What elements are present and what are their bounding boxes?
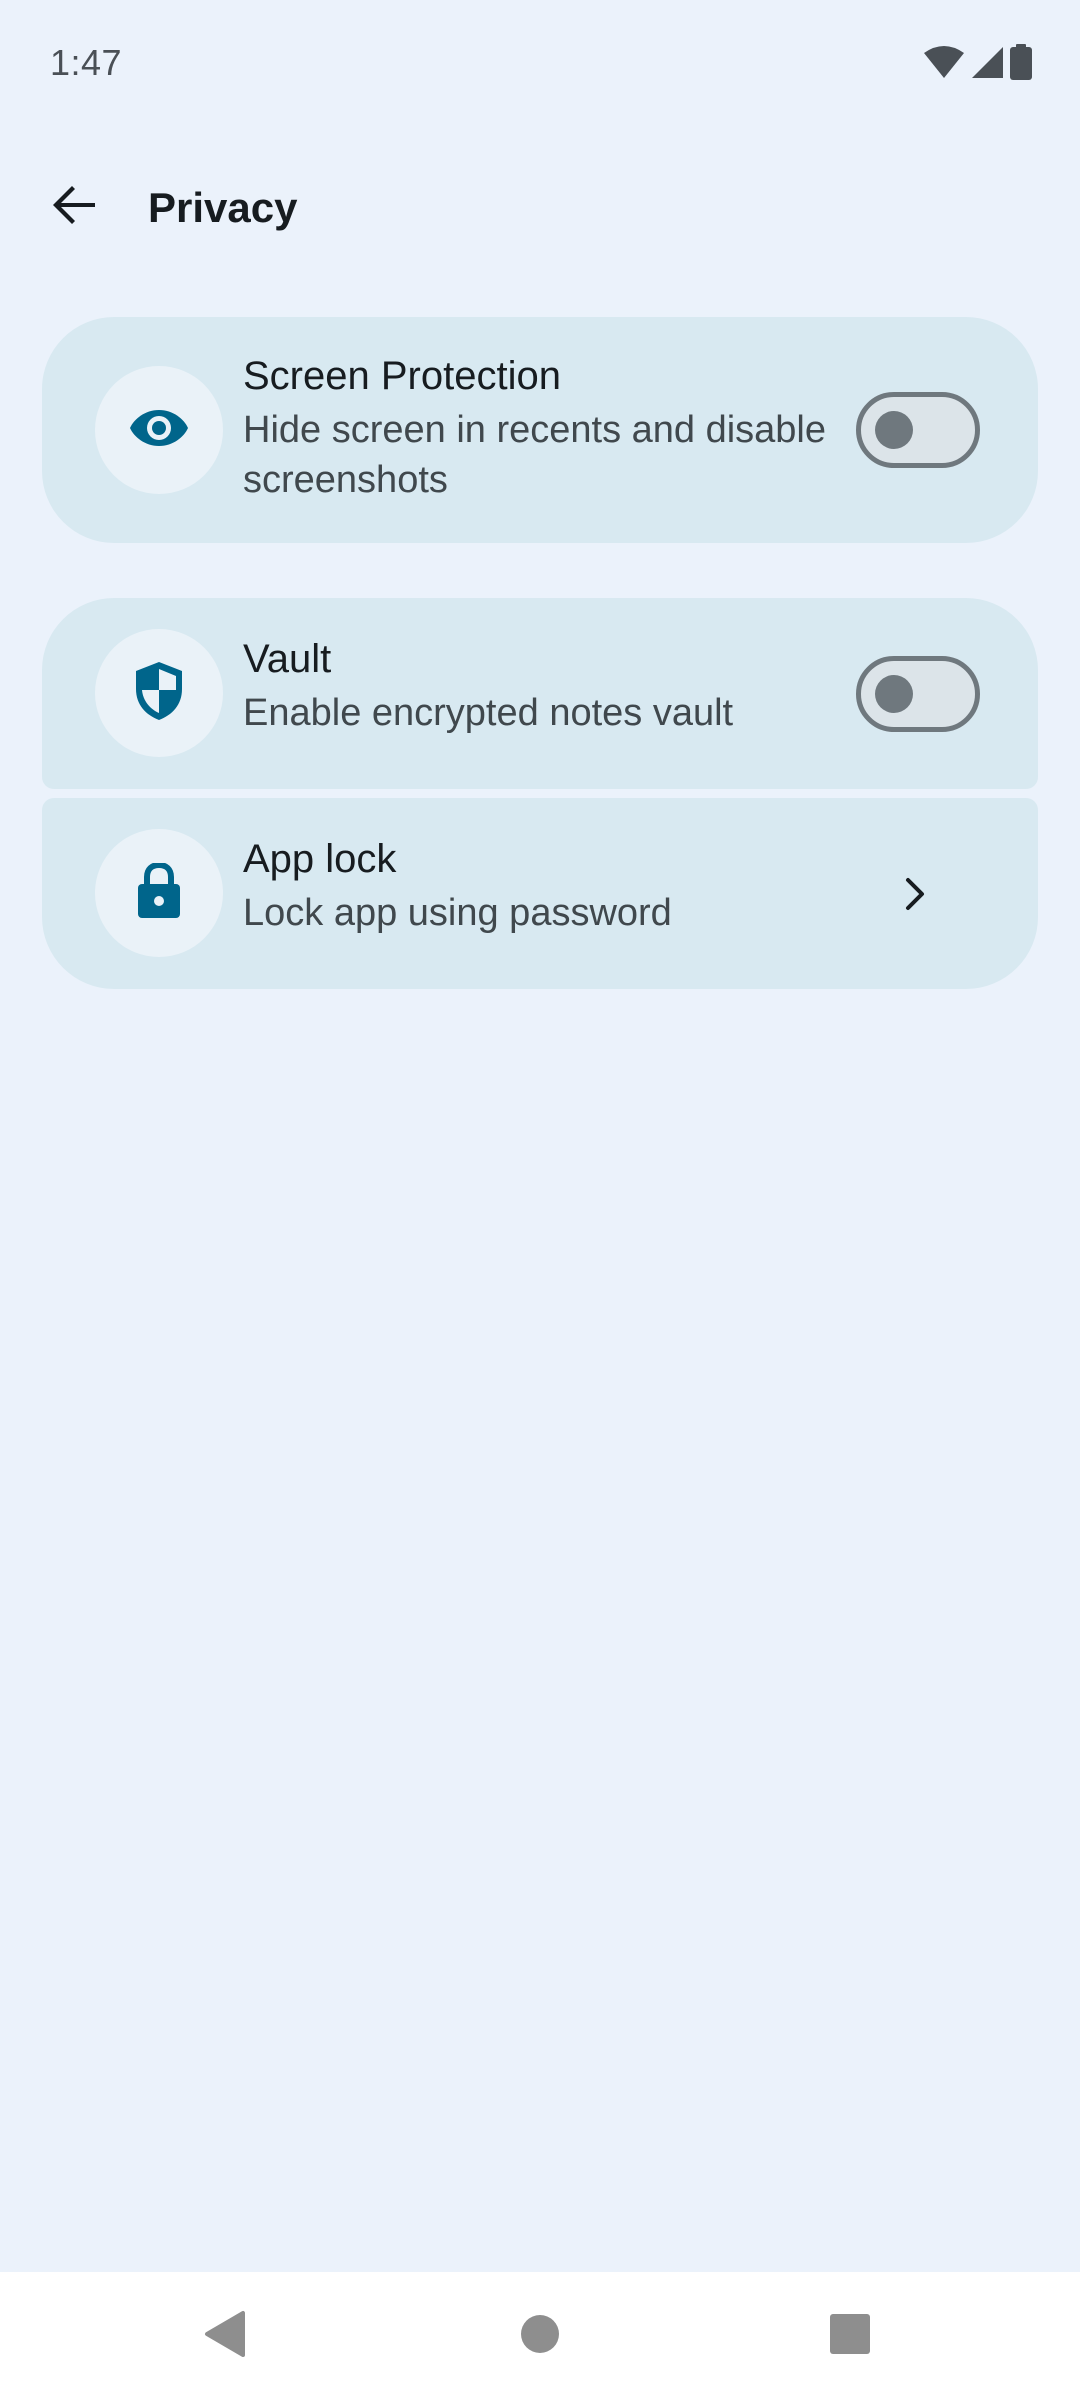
icon-container — [95, 629, 223, 757]
switch-thumb — [875, 675, 913, 713]
icon-container — [95, 366, 223, 494]
setting-title: App lock — [243, 837, 397, 881]
screen-protection-switch[interactable] — [856, 392, 980, 468]
vault-switch[interactable] — [856, 656, 980, 732]
status-bar: 1:47 — [0, 0, 1080, 130]
nav-back-icon — [203, 2310, 247, 2363]
back-button[interactable] — [30, 162, 120, 252]
setting-subtitle: Lock app using password — [243, 892, 672, 934]
setting-app-lock[interactable]: App lock Lock app using password — [42, 798, 1038, 989]
cellular-signal-icon — [970, 45, 1004, 79]
arrow-back-icon — [51, 181, 99, 234]
setting-screen-protection[interactable]: Screen Protection Hide screen in recents… — [42, 317, 1038, 543]
setting-title: Vault — [243, 637, 332, 681]
setting-text: Screen Protection Hide screen in recents… — [243, 349, 843, 505]
setting-vault[interactable]: Vault Enable encrypted notes vault — [42, 598, 1038, 789]
shield-icon — [134, 661, 184, 726]
setting-text: Vault Enable encrypted notes vault — [243, 632, 843, 738]
eye-icon — [129, 408, 189, 453]
nav-back-button[interactable] — [195, 2306, 255, 2366]
icon-container — [95, 829, 223, 957]
nav-home-icon — [520, 2314, 560, 2359]
nav-recents-button[interactable] — [820, 2306, 880, 2366]
nav-recents-icon — [829, 2313, 871, 2360]
status-time: 1:47 — [50, 42, 123, 83]
setting-subtitle: Hide screen in recents and disable scree… — [243, 409, 827, 501]
top-app-bar: Privacy — [0, 150, 1080, 270]
setting-subtitle: Enable encrypted notes vault — [243, 692, 734, 734]
battery-icon — [1010, 44, 1032, 80]
chevron-right-icon — [886, 864, 946, 924]
wifi-icon — [924, 45, 964, 79]
setting-title: Screen Protection — [243, 354, 561, 398]
nav-home-button[interactable] — [510, 2306, 570, 2366]
system-nav-bar — [0, 2272, 1080, 2400]
switch-thumb — [875, 411, 913, 449]
status-icons — [924, 44, 1032, 80]
lock-icon — [137, 861, 181, 924]
setting-text: App lock Lock app using password — [243, 832, 843, 938]
page-title: Privacy — [148, 184, 298, 231]
